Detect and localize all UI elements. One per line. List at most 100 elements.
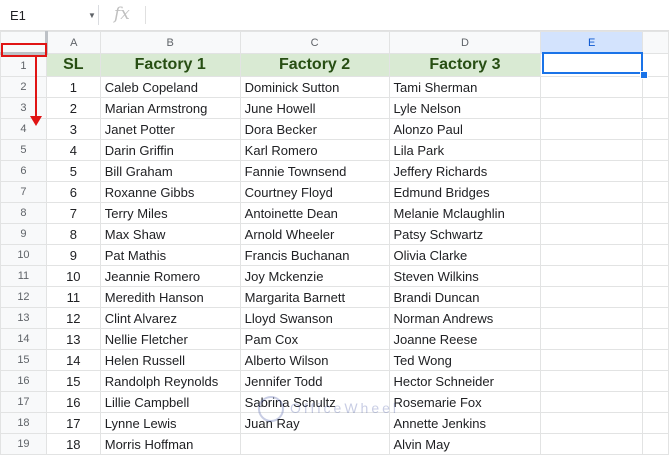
- cell-factory-1[interactable]: Caleb Copeland: [99, 76, 241, 98]
- column-header-b[interactable]: B: [99, 31, 241, 54]
- cell-factory-2[interactable]: Dominick Sutton: [239, 76, 390, 98]
- fill-handle[interactable]: [640, 71, 648, 79]
- cell-sl[interactable]: 10: [45, 265, 101, 287]
- cell[interactable]: [642, 76, 669, 98]
- column-header-c[interactable]: C: [239, 31, 390, 54]
- cell-factory-1[interactable]: Lynne Lewis: [99, 412, 241, 434]
- header-cell-factory-3[interactable]: Factory 3: [388, 53, 542, 77]
- cell-sl[interactable]: 7: [45, 202, 101, 224]
- cell-factory-1[interactable]: Clint Alvarez: [99, 307, 241, 329]
- cell[interactable]: [540, 391, 644, 413]
- cell-factory-1[interactable]: Jeannie Romero: [99, 265, 241, 287]
- cell[interactable]: [642, 433, 669, 455]
- cell-sl[interactable]: 11: [45, 286, 101, 308]
- cell[interactable]: [540, 202, 644, 224]
- row-header[interactable]: 5: [0, 139, 47, 161]
- cell[interactable]: [642, 244, 669, 266]
- cell-sl[interactable]: 12: [45, 307, 101, 329]
- cell-factory-2[interactable]: Karl Romero: [239, 139, 390, 161]
- column-header-e[interactable]: E: [540, 31, 644, 54]
- column-header-a[interactable]: A: [45, 31, 101, 54]
- cell-factory-2[interactable]: June Howell: [239, 97, 390, 119]
- cell[interactable]: [540, 160, 644, 182]
- cell-factory-1[interactable]: Pat Mathis: [99, 244, 241, 266]
- cell-factory-1[interactable]: Marian Armstrong: [99, 97, 241, 119]
- row-header[interactable]: 2: [0, 76, 47, 98]
- cell[interactable]: [540, 181, 644, 203]
- cell[interactable]: [642, 349, 669, 371]
- cell-factory-3[interactable]: Tami Sherman: [388, 76, 542, 98]
- cell[interactable]: [540, 118, 644, 140]
- cell-factory-1[interactable]: Terry Miles: [99, 202, 241, 224]
- cell-factory-1[interactable]: Roxanne Gibbs: [99, 181, 241, 203]
- row-header[interactable]: 17: [0, 391, 47, 413]
- cell-factory-2[interactable]: Dora Becker: [239, 118, 390, 140]
- row-header[interactable]: 13: [0, 307, 47, 329]
- cell-factory-3[interactable]: Alvin May: [388, 433, 542, 455]
- cell-factory-2[interactable]: Fannie Townsend: [239, 160, 390, 182]
- row-header[interactable]: 10: [0, 244, 47, 266]
- row-header[interactable]: 12: [0, 286, 47, 308]
- cell-sl[interactable]: 6: [45, 181, 101, 203]
- cell-sl[interactable]: 1: [45, 76, 101, 98]
- cell-factory-3[interactable]: Alonzo Paul: [388, 118, 542, 140]
- cell-factory-2[interactable]: Francis Buchanan: [239, 244, 390, 266]
- cell-factory-3[interactable]: Norman Andrews: [388, 307, 542, 329]
- cell-sl[interactable]: 15: [45, 370, 101, 392]
- cell-sl[interactable]: 18: [45, 433, 101, 455]
- cell[interactable]: [642, 160, 669, 182]
- name-box[interactable]: E1 ▼: [4, 5, 99, 25]
- cell[interactable]: [540, 223, 644, 245]
- header-cell-factory-2[interactable]: Factory 2: [239, 53, 390, 77]
- row-header[interactable]: 16: [0, 370, 47, 392]
- cell-sl[interactable]: 16: [45, 391, 101, 413]
- cell-factory-3[interactable]: Jeffery Richards: [388, 160, 542, 182]
- cell[interactable]: [642, 328, 669, 350]
- cell[interactable]: [540, 97, 644, 119]
- cell-sl[interactable]: 13: [45, 328, 101, 350]
- cell[interactable]: [540, 307, 644, 329]
- column-header-d[interactable]: D: [388, 31, 542, 54]
- row-header[interactable]: 8: [0, 202, 47, 224]
- cell-factory-3[interactable]: Brandi Duncan: [388, 286, 542, 308]
- cell-factory-2[interactable]: Arnold Wheeler: [239, 223, 390, 245]
- cell-factory-1[interactable]: Lillie Campbell: [99, 391, 241, 413]
- cell-factory-3[interactable]: Hector Schneider: [388, 370, 542, 392]
- cell[interactable]: [540, 139, 644, 161]
- cell[interactable]: [540, 349, 644, 371]
- cell-sl[interactable]: 2: [45, 97, 101, 119]
- cell[interactable]: [540, 265, 644, 287]
- cell[interactable]: [540, 286, 644, 308]
- cell-factory-1[interactable]: Darin Griffin: [99, 139, 241, 161]
- column-header-f[interactable]: [642, 31, 669, 54]
- cell-factory-3[interactable]: Edmund Bridges: [388, 181, 542, 203]
- cell[interactable]: [642, 265, 669, 287]
- row-header[interactable]: 11: [0, 265, 47, 287]
- row-header[interactable]: 6: [0, 160, 47, 182]
- cell-factory-1[interactable]: Max Shaw: [99, 223, 241, 245]
- cell[interactable]: [642, 307, 669, 329]
- row-header[interactable]: 7: [0, 181, 47, 203]
- cell-factory-1[interactable]: Bill Graham: [99, 160, 241, 182]
- cell-sl[interactable]: 17: [45, 412, 101, 434]
- cell-sl[interactable]: 9: [45, 244, 101, 266]
- cell-factory-2[interactable]: Antoinette Dean: [239, 202, 390, 224]
- cell-factory-2[interactable]: Alberto Wilson: [239, 349, 390, 371]
- cell[interactable]: [642, 118, 669, 140]
- cell-factory-2[interactable]: Margarita Barnett: [239, 286, 390, 308]
- row-header[interactable]: 15: [0, 349, 47, 371]
- row-header[interactable]: 9: [0, 223, 47, 245]
- cell-factory-3[interactable]: Patsy Schwartz: [388, 223, 542, 245]
- cell[interactable]: [540, 328, 644, 350]
- cell[interactable]: [540, 76, 644, 98]
- cell-factory-3[interactable]: Ted Wong: [388, 349, 542, 371]
- row-header[interactable]: 19: [0, 433, 47, 455]
- cell-sl[interactable]: 3: [45, 118, 101, 140]
- cell-factory-3[interactable]: Lila Park: [388, 139, 542, 161]
- cell-sl[interactable]: 8: [45, 223, 101, 245]
- header-cell-factory-1[interactable]: Factory 1: [99, 53, 241, 77]
- cell-factory-3[interactable]: Lyle Nelson: [388, 97, 542, 119]
- cell-factory-1[interactable]: Nellie Fletcher: [99, 328, 241, 350]
- header-cell-sl[interactable]: SL: [45, 53, 101, 77]
- cell-factory-1[interactable]: Randolph Reynolds: [99, 370, 241, 392]
